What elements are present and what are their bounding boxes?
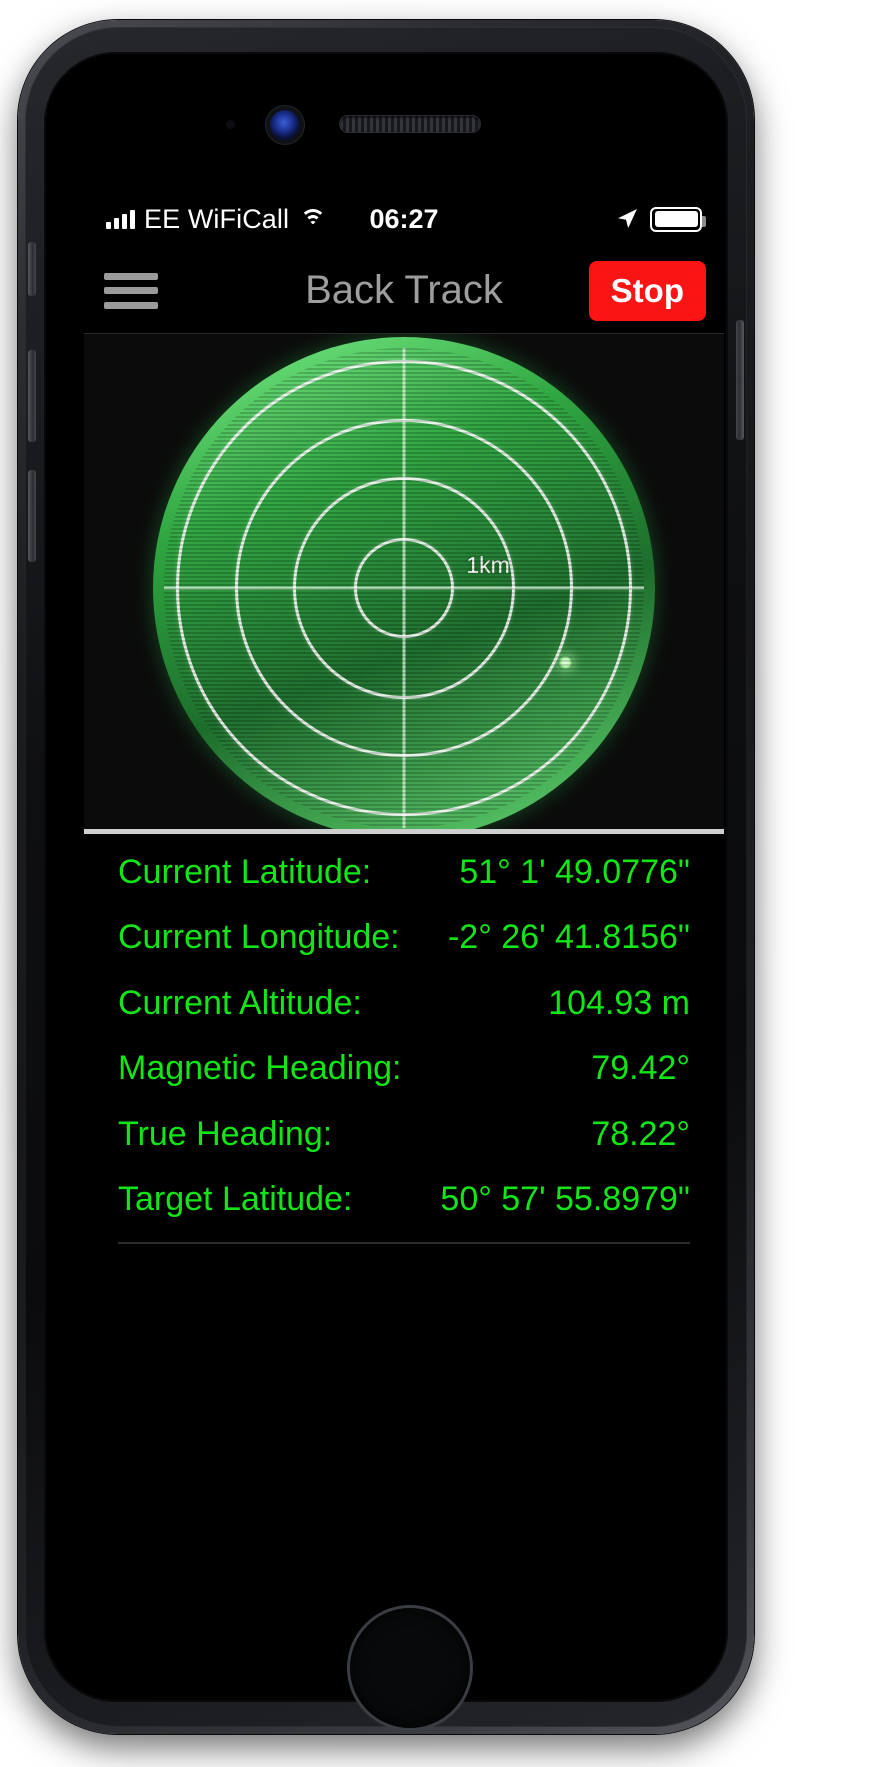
proximity-sensor-icon <box>226 120 235 129</box>
home-button[interactable] <box>350 1608 470 1728</box>
navigation-bar: Back Track Stop <box>84 248 724 334</box>
radar-scale-label: 1km <box>466 552 510 578</box>
front-camera-icon <box>270 110 300 140</box>
silent-switch-button[interactable] <box>28 242 36 296</box>
row-value: 51° 1' 49.0776" <box>459 853 690 891</box>
row-value: 79.42° <box>591 1049 690 1088</box>
table-row: Current Altitude: 104.93 m <box>118 971 690 1036</box>
volume-up-button[interactable] <box>28 350 36 442</box>
radar-display[interactable]: 1km <box>153 337 655 829</box>
row-label: True Heading: <box>118 1114 333 1153</box>
hamburger-menu-icon[interactable] <box>102 269 160 313</box>
row-label: Magnetic Heading: <box>118 1049 402 1088</box>
row-value: 50° 57' 55.8979" <box>440 1179 690 1218</box>
signal-bars-icon <box>106 209 135 229</box>
iphone-device-frame: EE WiFiCall 06:27 Back Track Stop 1km Cu… <box>18 20 754 1734</box>
row-value: 78.22° <box>591 1114 690 1153</box>
screenshot-root: EE WiFiCall 06:27 Back Track Stop 1km Cu… <box>0 0 870 1767</box>
status-bar: EE WiFiCall 06:27 <box>84 190 724 248</box>
row-label: Target Latitude: <box>118 1179 353 1218</box>
row-label: Current Longitude: <box>118 918 400 957</box>
radar-ring-4 <box>176 360 632 816</box>
status-bar-left: EE WiFiCall <box>106 204 328 235</box>
radar-blip-icon <box>557 655 573 671</box>
carrier-label: EE WiFiCall <box>144 203 290 234</box>
wifi-icon <box>298 208 328 230</box>
radar-panel: 1km <box>84 334 724 834</box>
table-row: Current Longitude: -2° 26' 41.8156" <box>118 905 690 970</box>
table-row: Target Latitude: 50° 57' 55.8979" <box>118 1167 690 1232</box>
stop-button[interactable]: Stop <box>588 260 706 321</box>
row-label: Current Altitude: <box>118 983 362 1022</box>
status-bar-right <box>615 206 706 232</box>
table-row: Current Latitude: 51° 1' 49.0776" <box>118 840 690 905</box>
battery-full-icon <box>650 206 706 232</box>
list-bottom-divider <box>118 1242 690 1245</box>
telemetry-list: Current Latitude: 51° 1' 49.0776" Curren… <box>84 834 724 1245</box>
power-button[interactable] <box>736 320 744 440</box>
volume-down-button[interactable] <box>28 470 36 562</box>
row-label: Current Latitude: <box>118 853 372 891</box>
row-value: 104.93 m <box>548 983 690 1022</box>
row-value: -2° 26' 41.8156" <box>447 918 690 957</box>
table-row: Magnetic Heading: 79.42° <box>118 1036 690 1101</box>
app-screen: EE WiFiCall 06:27 Back Track Stop 1km Cu… <box>84 190 724 1390</box>
radar-face: 1km <box>164 348 644 828</box>
table-row: True Heading: 78.22° <box>118 1102 690 1167</box>
location-arrow-icon <box>618 209 637 228</box>
earpiece-speaker-icon <box>340 116 480 132</box>
